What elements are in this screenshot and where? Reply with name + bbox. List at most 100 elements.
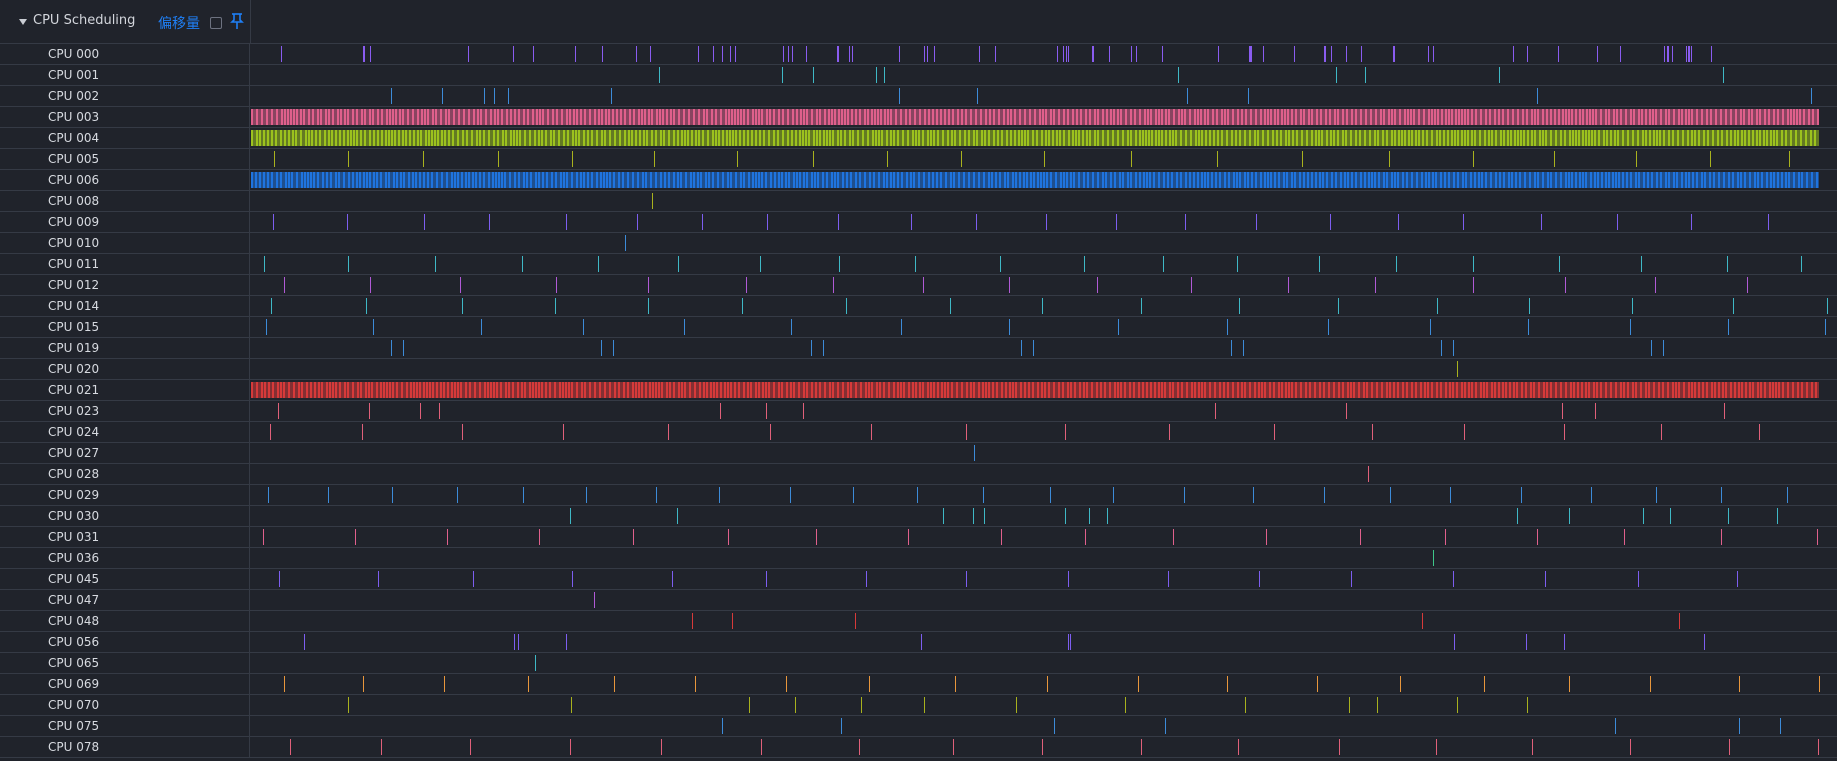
- cpu-slice[interactable]: [1251, 46, 1252, 62]
- cpu-slice[interactable]: [1579, 172, 1581, 188]
- cpu-slice[interactable]: [624, 130, 626, 146]
- cpu-slice[interactable]: [1267, 172, 1269, 188]
- cpu-slice[interactable]: [532, 109, 534, 125]
- cpu-slice[interactable]: [1393, 382, 1395, 398]
- cpu-slice[interactable]: [1080, 109, 1082, 125]
- cpu-slice[interactable]: [1217, 130, 1219, 146]
- cpu-slice[interactable]: [1443, 130, 1445, 146]
- cpu-slice[interactable]: [513, 46, 514, 62]
- cpu-slice[interactable]: [1757, 172, 1759, 188]
- cpu-slice[interactable]: [1316, 109, 1318, 125]
- cpu-slice[interactable]: [1673, 109, 1675, 125]
- cpu-slice[interactable]: [400, 172, 402, 188]
- cpu-slice[interactable]: [1568, 109, 1570, 125]
- cpu-slice[interactable]: [1193, 172, 1195, 188]
- cpu-slice[interactable]: [768, 130, 770, 146]
- cpu-slice[interactable]: [737, 109, 739, 125]
- cpu-slice[interactable]: [980, 109, 982, 125]
- cpu-row-track[interactable]: [251, 695, 1837, 715]
- cpu-slice[interactable]: [1397, 382, 1399, 398]
- cpu-slice[interactable]: [1406, 382, 1408, 398]
- cpu-slice[interactable]: [800, 109, 802, 125]
- cpu-slice[interactable]: [533, 46, 534, 62]
- cpu-row[interactable]: CPU 048: [0, 611, 1837, 632]
- cpu-slice[interactable]: [1215, 403, 1216, 419]
- cpu-slice[interactable]: [1117, 382, 1119, 398]
- cpu-slice[interactable]: [1059, 130, 1061, 146]
- cpu-slice[interactable]: [705, 172, 707, 188]
- cpu-slice[interactable]: [1386, 382, 1388, 398]
- cpu-slice[interactable]: [684, 319, 685, 335]
- cpu-slice[interactable]: [1662, 382, 1664, 398]
- cpu-slice[interactable]: [932, 109, 934, 125]
- cpu-slice[interactable]: [436, 382, 438, 398]
- cpu-row[interactable]: CPU 047: [0, 590, 1837, 611]
- cpu-slice[interactable]: [729, 130, 731, 146]
- cpu-slice[interactable]: [867, 109, 869, 125]
- cpu-slice[interactable]: [1324, 46, 1325, 62]
- cpu-slice[interactable]: [370, 46, 371, 62]
- cpu-slice[interactable]: [1526, 634, 1527, 650]
- cpu-slice[interactable]: [803, 403, 804, 419]
- cpu-slice[interactable]: [468, 172, 470, 188]
- cpu-slice[interactable]: [1243, 340, 1244, 356]
- cpu-slice[interactable]: [642, 172, 644, 188]
- cpu-slice[interactable]: [616, 109, 618, 125]
- cpu-slice[interactable]: [264, 256, 265, 272]
- cpu-slice[interactable]: [1467, 109, 1469, 125]
- cpu-slice[interactable]: [655, 382, 657, 398]
- cpu-slice[interactable]: [839, 256, 840, 272]
- cpu-slice[interactable]: [1173, 109, 1175, 125]
- cpu-slice[interactable]: [1326, 172, 1328, 188]
- cpu-slice[interactable]: [1346, 403, 1347, 419]
- cpu-slice[interactable]: [1709, 172, 1711, 188]
- cpu-slice[interactable]: [1322, 172, 1324, 188]
- cpu-slice[interactable]: [290, 739, 291, 755]
- cpu-slice[interactable]: [1402, 172, 1404, 188]
- cpu-slice[interactable]: [568, 382, 570, 398]
- cpu-slice[interactable]: [953, 172, 955, 188]
- cpu-slice[interactable]: [264, 382, 266, 398]
- cpu-slice[interactable]: [1502, 109, 1504, 125]
- cpu-slice[interactable]: [1048, 130, 1050, 146]
- cpu-slice[interactable]: [1600, 382, 1602, 398]
- cpu-slice[interactable]: [416, 382, 418, 398]
- cpu-slice[interactable]: [1058, 382, 1060, 398]
- cpu-slice[interactable]: [860, 382, 862, 398]
- cpu-slice[interactable]: [1171, 172, 1173, 188]
- cpu-slice[interactable]: [356, 172, 358, 188]
- cpu-row-track[interactable]: [251, 464, 1837, 484]
- cpu-slice[interactable]: [796, 109, 798, 125]
- cpu-slice[interactable]: [566, 172, 568, 188]
- cpu-slice[interactable]: [335, 172, 337, 188]
- cpu-slice[interactable]: [838, 214, 839, 230]
- cpu-slice[interactable]: [1656, 130, 1658, 146]
- cpu-slice[interactable]: [1537, 109, 1539, 125]
- cpu-slice[interactable]: [596, 130, 598, 146]
- cpu-slice[interactable]: [1072, 130, 1074, 146]
- cpu-slice[interactable]: [901, 172, 903, 188]
- cpu-slice[interactable]: [698, 109, 700, 125]
- cpu-slice[interactable]: [760, 256, 761, 272]
- cpu-slice[interactable]: [1078, 130, 1080, 146]
- cpu-slice[interactable]: [614, 676, 615, 692]
- cpu-slice[interactable]: [715, 109, 717, 125]
- cpu-slice[interactable]: [880, 109, 882, 125]
- cpu-slice[interactable]: [1706, 109, 1708, 125]
- cpu-slice[interactable]: [633, 109, 635, 125]
- cpu-slice[interactable]: [878, 172, 880, 188]
- cpu-slice[interactable]: [1276, 130, 1278, 146]
- cpu-slice[interactable]: [572, 571, 573, 587]
- cpu-slice[interactable]: [730, 172, 732, 188]
- cpu-slice[interactable]: [950, 298, 951, 314]
- cpu-slice[interactable]: [329, 382, 331, 398]
- cpu-slice[interactable]: [817, 172, 819, 188]
- cpu-slice[interactable]: [713, 382, 715, 398]
- cpu-slice[interactable]: [1278, 172, 1280, 188]
- cpu-slice[interactable]: [566, 634, 567, 650]
- cpu-slice[interactable]: [1253, 487, 1254, 503]
- cpu-slice[interactable]: [1092, 46, 1093, 62]
- cpu-slice[interactable]: [524, 130, 526, 146]
- cpu-slice[interactable]: [1368, 466, 1369, 482]
- cpu-slice[interactable]: [1448, 172, 1450, 188]
